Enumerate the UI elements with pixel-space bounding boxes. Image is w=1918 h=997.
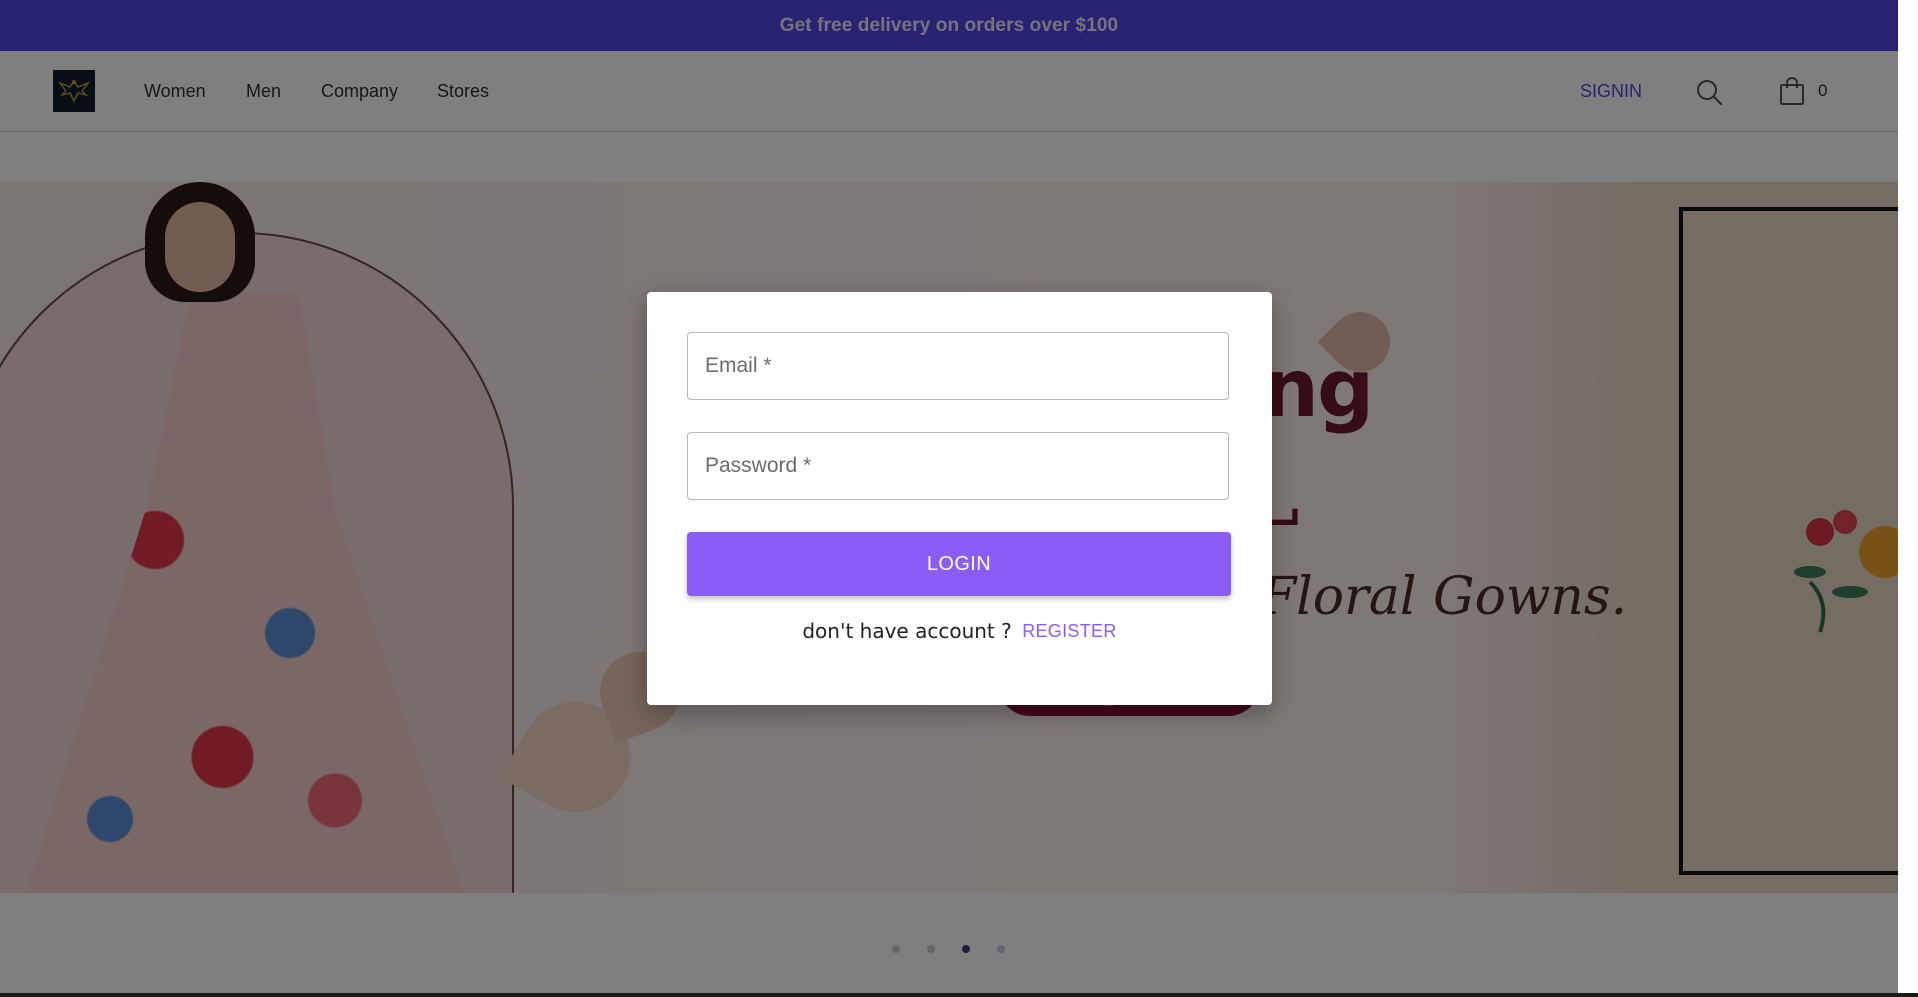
page: Get free delivery on orders over $100 Wo… bbox=[0, 0, 1898, 997]
register-link[interactable]: REGISTER bbox=[1022, 621, 1116, 641]
bottom-edge-bar bbox=[0, 993, 1918, 997]
register-row: don't have account ? REGISTER bbox=[647, 619, 1272, 643]
email-field[interactable] bbox=[687, 332, 1229, 400]
password-input[interactable] bbox=[688, 433, 1228, 499]
login-modal: LOGIN don't have account ? REGISTER bbox=[647, 292, 1272, 705]
password-field[interactable] bbox=[687, 432, 1229, 500]
page-right-edge bbox=[1898, 0, 1918, 997]
no-account-text: don't have account ? bbox=[802, 619, 1012, 643]
email-input[interactable] bbox=[688, 333, 1228, 399]
login-button[interactable]: LOGIN bbox=[687, 532, 1231, 596]
